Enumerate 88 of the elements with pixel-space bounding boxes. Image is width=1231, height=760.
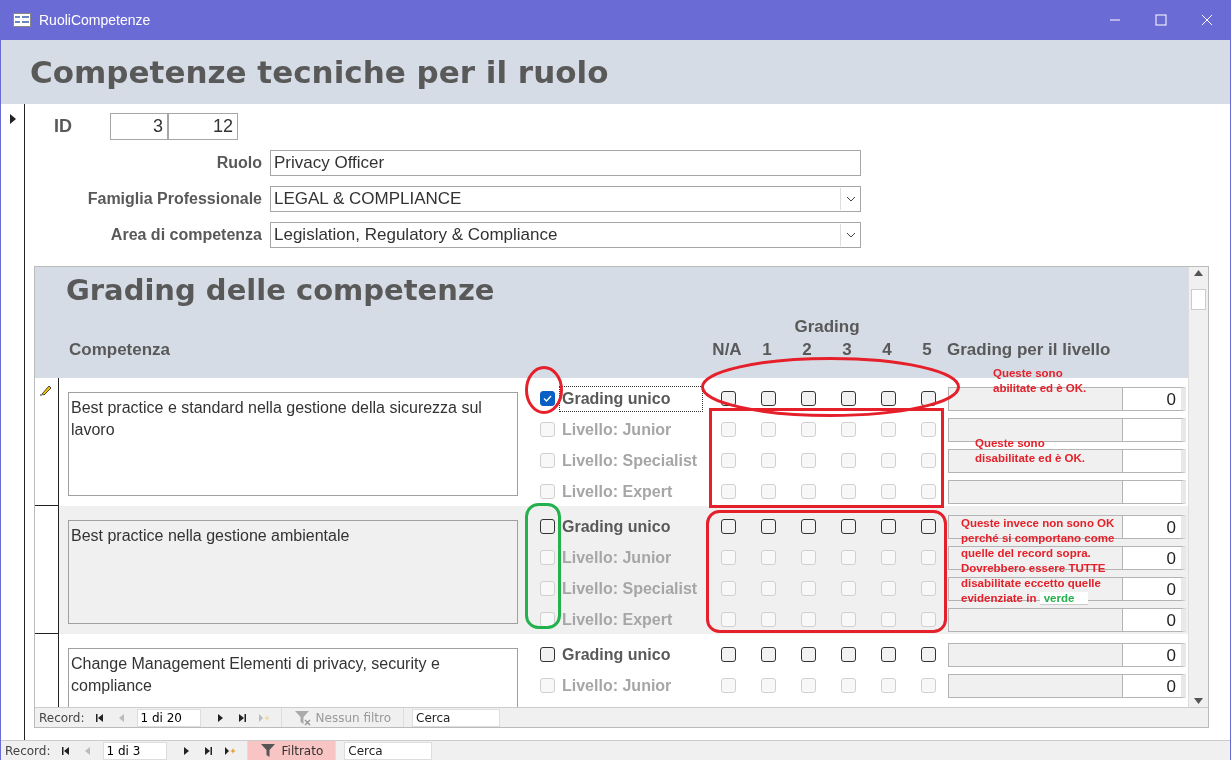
pencil-icon — [40, 384, 52, 396]
column-heading: 5 — [922, 340, 932, 360]
column-heading: N/A — [712, 340, 742, 360]
grade-checkbox[interactable] — [800, 519, 816, 534]
column-heading: 2 — [802, 340, 812, 360]
checkbox-label: Grading unico — [561, 516, 672, 537]
grading-field[interactable] — [1123, 417, 1186, 442]
checkbox-label: Grading unico — [560, 386, 702, 411]
checkbox-label: Livello: Specialist — [561, 450, 699, 471]
check-icon — [543, 395, 552, 402]
grade-checkbox[interactable] — [880, 519, 896, 534]
grade-checkbox[interactable] — [920, 519, 936, 534]
grade-checkbox[interactable] — [880, 391, 896, 406]
grade-checkbox[interactable] — [840, 391, 856, 406]
field-label: Ruolo — [215, 154, 262, 172]
current-record-icon — [10, 114, 16, 124]
grading-heading: Grading — [794, 317, 860, 337]
checkbox-label: Livello: Junior — [561, 675, 673, 696]
grade-checkbox[interactable] — [840, 647, 856, 662]
annotation-note: Queste sono abilitate ed è OK. — [993, 366, 1087, 396]
funnel-icon — [259, 742, 278, 759]
grade-checkbox[interactable] — [840, 519, 856, 534]
column-heading: Grading per il livello — [947, 340, 1111, 360]
new-record-icon[interactable] — [223, 744, 236, 757]
record-position-field[interactable]: 1 di 20 — [136, 708, 201, 727]
column-heading: Competenza — [69, 340, 172, 360]
grade-checkbox[interactable] — [800, 391, 816, 406]
field-label: Area di competenza — [109, 226, 262, 244]
search-field[interactable]: Cerca — [412, 708, 500, 727]
grade-checkbox[interactable] — [720, 647, 736, 662]
checkbox-label: Grading unico — [561, 644, 672, 665]
grading-field[interactable] — [1123, 479, 1186, 504]
column-heading: 3 — [842, 340, 852, 360]
grade-checkbox[interactable] — [760, 647, 776, 662]
grading-field[interactable]: 0 — [1123, 642, 1186, 667]
checkbox-label: Livello: Junior — [561, 419, 673, 440]
record-position-field[interactable]: 1 di 3 — [102, 741, 167, 760]
record-label: Record: — [5, 743, 51, 758]
scroll-up-icon — [1194, 270, 1203, 276]
checkbox[interactable] — [540, 647, 555, 662]
annotation-note: Queste invece non sono OK perché si comportano come quelle del record sopra. Dovrebbero essere TUTTE disabilitate eccetto quelle evidenziate in verde — [961, 516, 1115, 606]
record-label: Record: — [39, 710, 85, 725]
grade-checkbox[interactable] — [760, 391, 776, 406]
first-record-icon[interactable] — [59, 744, 72, 757]
search-field[interactable]: Cerca — [344, 741, 433, 760]
scroll-down-icon — [1194, 698, 1203, 704]
column-heading: 1 — [762, 340, 772, 360]
id-field[interactable]: 12 — [168, 112, 238, 140]
checkbox-label: Livello: Expert — [561, 481, 674, 502]
form-icon — [13, 13, 31, 27]
id-field[interactable]: 3 — [110, 112, 168, 140]
grade-checkbox[interactable] — [760, 519, 776, 534]
record-selector[interactable] — [35, 506, 59, 634]
checkbox[interactable] — [540, 519, 555, 534]
checkbox-label: Livello: Expert — [561, 609, 674, 630]
grade-checkbox[interactable] — [880, 647, 896, 662]
checkbox[interactable] — [540, 391, 555, 406]
chevron-down-icon — [845, 232, 856, 238]
grade-checkbox[interactable] — [920, 647, 936, 662]
field-label: Famiglia Professionale — [86, 190, 262, 208]
first-record-icon[interactable] — [93, 711, 106, 724]
maximize-icon[interactable] — [1155, 14, 1167, 26]
competenza-field[interactable]: Best practice nella gestione ambientale — [68, 520, 518, 624]
close-icon[interactable] — [1201, 14, 1213, 26]
competenza-field[interactable]: Change Management Elementi di privacy, security e compliance — [68, 648, 518, 707]
scrollbar[interactable] — [1188, 267, 1208, 707]
grading-field[interactable] — [1123, 448, 1186, 473]
grade-checkbox[interactable] — [800, 647, 816, 662]
id-label: ID — [54, 115, 73, 137]
combo-box[interactable]: Legislation, Regulatory & Compliance — [270, 222, 861, 248]
funnel-icon — [293, 709, 312, 726]
form-title: Competenze tecniche per il ruolo — [30, 54, 609, 90]
grade-checkbox[interactable] — [720, 519, 736, 534]
window-title: RuoliCompetenze — [39, 12, 152, 28]
annotation-note: Queste sono disabilitate ed è OK. — [975, 436, 1085, 466]
subform-title: Grading delle competenze — [66, 273, 496, 309]
text-field[interactable]: Privacy Officer — [270, 150, 861, 176]
scrollbar-thumb[interactable] — [1191, 289, 1206, 310]
filter-button[interactable]: Filtrato — [246, 741, 337, 760]
checkbox-label: Livello: Specialist — [561, 578, 699, 599]
record-selector[interactable] — [35, 378, 59, 506]
combo-box[interactable]: LEGAL & COMPLIANCE — [270, 186, 861, 212]
grading-field[interactable]: 0 — [1123, 514, 1186, 539]
chevron-down-icon — [845, 196, 856, 202]
column-heading: 4 — [882, 340, 892, 360]
checkbox-label: Livello: Junior — [561, 547, 673, 568]
competenza-field[interactable]: Best practice e standard nella gestione della sicurezza sul lavoro — [68, 392, 518, 496]
grading-field[interactable]: 0 — [1123, 386, 1186, 411]
